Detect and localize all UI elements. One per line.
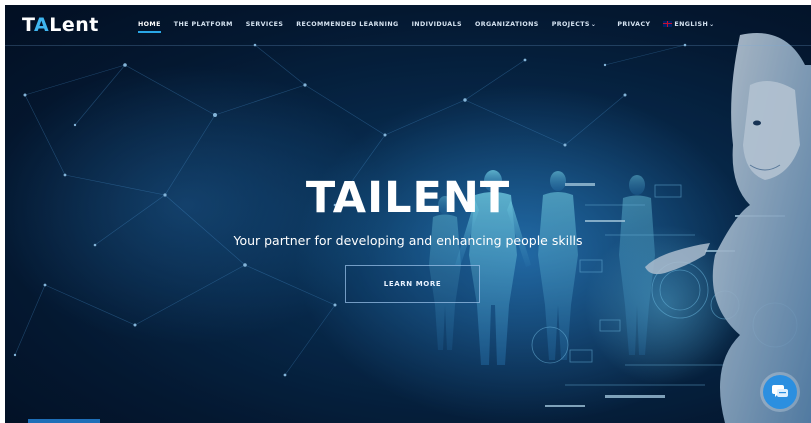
hero-subtitle: Your partner for developing and enhancin… [233, 233, 583, 248]
logo-part-2: Lent [49, 14, 99, 36]
nav-item-projects-label: PROJECTS [551, 21, 590, 28]
nav-menu: HOME THE PLATFORM SERVICES RECOMMENDED L… [138, 20, 728, 33]
nav-item-organizations[interactable]: ORGANIZATIONS [475, 20, 539, 29]
chevron-down-icon: ⌄ [709, 21, 715, 28]
nav-item-services[interactable]: SERVICES [246, 20, 284, 29]
logo-part-1: T [22, 14, 34, 36]
nav-item-home[interactable]: HOME [138, 20, 161, 33]
logo-accent: A [34, 14, 50, 36]
nav-item-recommended-learning[interactable]: RECOMMENDED LEARNING [296, 20, 398, 29]
page: TALent HOME THE PLATFORM SERVICES RECOMM… [0, 0, 811, 423]
bottom-accent-bar [28, 419, 100, 423]
navbar: TALent HOME THE PLATFORM SERVICES RECOMM… [5, 5, 811, 46]
nav-item-the-platform[interactable]: THE PLATFORM [174, 20, 233, 29]
language-label: ENGLISH [674, 21, 709, 28]
nav-item-individuals[interactable]: INDIVIDUALS [412, 20, 462, 29]
language-selector[interactable]: ENGLISH⌄ [663, 20, 714, 29]
site-logo[interactable]: TALent [22, 15, 99, 35]
uk-flag-icon [663, 21, 673, 27]
chat-bubble-icon [772, 385, 788, 397]
nav-item-privacy[interactable]: PRIVACY [617, 20, 650, 29]
chevron-down-icon: ⌄ [590, 21, 597, 28]
learn-more-button[interactable]: LEARN MORE [345, 265, 480, 303]
hero-section: TALent HOME THE PLATFORM SERVICES RECOMM… [5, 5, 811, 423]
hero-title: TAILENT [305, 173, 511, 223]
chat-button[interactable] [763, 375, 797, 409]
nav-item-projects[interactable]: PROJECTS⌄ [552, 20, 597, 29]
